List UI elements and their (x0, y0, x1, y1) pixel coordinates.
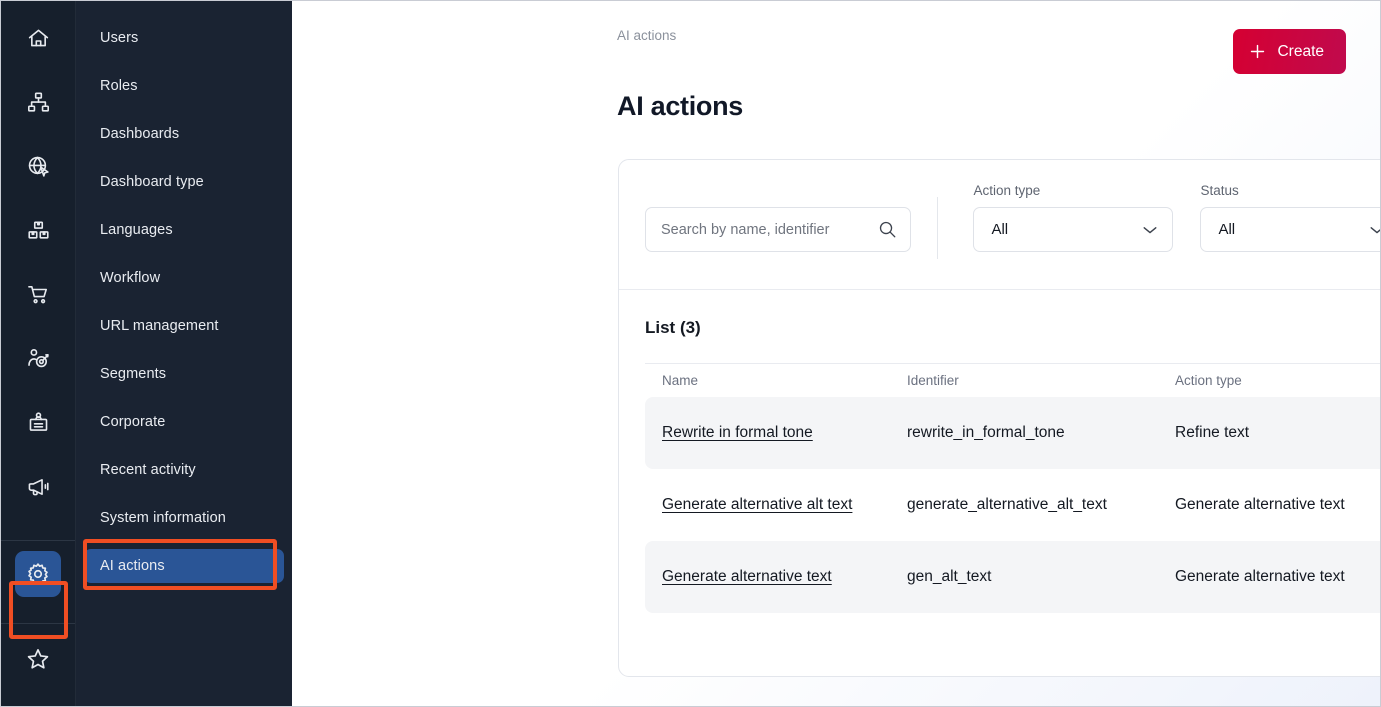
action-name-link[interactable]: Generate alternative text (662, 568, 832, 585)
table-row[interactable]: Generate alternative alt text generate_a… (645, 469, 1380, 541)
main-content: AI actions AI actions Create (292, 1, 1380, 706)
action-name-link[interactable]: Generate alternative alt text (662, 496, 852, 513)
shopping-cart-icon[interactable] (15, 271, 61, 317)
sidebar-item-label: AI actions (100, 558, 165, 574)
sidebar-item-roles[interactable]: Roles (84, 69, 284, 103)
sidebar-item-users[interactable]: Users (84, 21, 284, 55)
rail-divider-top (1, 540, 75, 541)
sidebar-item-languages[interactable]: Languages (84, 213, 284, 247)
id-badge-icon[interactable] (15, 399, 61, 445)
sidebar-item-label: Users (100, 30, 138, 46)
chevron-down-icon (1142, 225, 1158, 235)
secondary-sidebar: Users Roles Dashboards Dashboard type La… (76, 1, 292, 706)
plus-icon (1249, 43, 1266, 60)
search-field-wrapper (645, 207, 911, 252)
filter-bar: Action type All Status All (619, 160, 1380, 290)
globe-cursor-icon[interactable] (15, 143, 61, 189)
create-button-label: Create (1277, 43, 1324, 61)
row-action-type-cell: Generate alternative text (1175, 568, 1380, 586)
filter-divider (937, 197, 938, 259)
products-boxes-icon[interactable] (15, 207, 61, 253)
sidebar-item-label: Dashboards (100, 126, 179, 142)
sidebar-item-label: Languages (100, 222, 173, 238)
status-select[interactable]: All (1200, 207, 1380, 252)
table-row[interactable]: Generate alternative text gen_alt_text G… (645, 541, 1380, 613)
table-row[interactable]: Rewrite in formal tone rewrite_in_formal… (645, 397, 1380, 469)
rail-bottom-group (1, 540, 75, 700)
home-icon[interactable] (15, 15, 61, 61)
action-type-value: All (991, 221, 1008, 238)
sidebar-item-workflow[interactable]: Workflow (84, 261, 284, 295)
settings-gear-icon[interactable] (15, 551, 61, 597)
sidebar-item-label: Segments (100, 366, 166, 382)
sidebar-item-dashboards[interactable]: Dashboards (84, 117, 284, 151)
row-action-type-cell: Refine text (1175, 424, 1380, 442)
audience-target-icon[interactable] (15, 335, 61, 381)
sitemap-icon[interactable] (15, 79, 61, 125)
row-action-type-cell: Generate alternative text (1175, 496, 1380, 514)
megaphone-icon[interactable] (15, 463, 61, 509)
ai-actions-card: Action type All Status All (618, 159, 1380, 677)
search-input[interactable] (645, 207, 911, 252)
sidebar-item-label: Roles (100, 78, 138, 94)
primary-icon-rail (1, 1, 76, 706)
sidebar-item-segments[interactable]: Segments (84, 357, 284, 391)
row-identifier-cell: rewrite_in_formal_tone (907, 424, 1175, 442)
action-type-label: Action type (973, 183, 1173, 198)
sidebar-item-label: URL management (100, 318, 219, 334)
status-filter-group: Status All (1200, 183, 1380, 252)
ai-actions-table: Name Identifier Action type Status Rewri… (619, 363, 1380, 613)
sidebar-item-ai-actions[interactable]: AI actions (84, 549, 284, 583)
sidebar-item-dashboard-type[interactable]: Dashboard type (84, 165, 284, 199)
page-title: AI actions (617, 91, 743, 122)
sidebar-item-label: Dashboard type (100, 174, 204, 190)
sidebar-item-label: Workflow (100, 270, 160, 286)
row-name-cell: Rewrite in formal tone (645, 424, 907, 442)
sidebar-item-label: Corporate (100, 414, 165, 430)
application-window: Users Roles Dashboards Dashboard type La… (0, 0, 1381, 707)
breadcrumb[interactable]: AI actions (617, 28, 676, 43)
sidebar-item-label: Recent activity (100, 462, 196, 478)
action-name-link[interactable]: Rewrite in formal tone (662, 424, 813, 441)
sidebar-item-recent-activity[interactable]: Recent activity (84, 453, 284, 487)
sidebar-item-label: System information (100, 510, 226, 526)
status-label: Status (1200, 183, 1380, 198)
column-header-identifier: Identifier (907, 373, 1175, 388)
rail-divider-bottom (1, 623, 75, 624)
sidebar-item-corporate[interactable]: Corporate (84, 405, 284, 439)
action-type-select[interactable]: All (973, 207, 1173, 252)
column-header-action-type: Action type (1175, 373, 1380, 388)
row-name-cell: Generate alternative text (645, 568, 907, 586)
column-header-name: Name (645, 373, 907, 388)
sidebar-item-system-information[interactable]: System information (84, 501, 284, 535)
row-identifier-cell: generate_alternative_alt_text (907, 496, 1175, 514)
status-value: All (1218, 221, 1235, 238)
create-button[interactable]: Create (1233, 29, 1346, 74)
row-identifier-cell: gen_alt_text (907, 568, 1175, 586)
list-title: List (3) (619, 290, 1380, 338)
chevron-down-icon (1369, 225, 1380, 235)
sidebar-item-url-management[interactable]: URL management (84, 309, 284, 343)
search-icon[interactable] (878, 220, 897, 239)
row-name-cell: Generate alternative alt text (645, 496, 907, 514)
table-header-row: Name Identifier Action type Status (645, 363, 1380, 397)
action-type-filter-group: Action type All (973, 183, 1173, 252)
star-icon[interactable] (15, 636, 61, 682)
